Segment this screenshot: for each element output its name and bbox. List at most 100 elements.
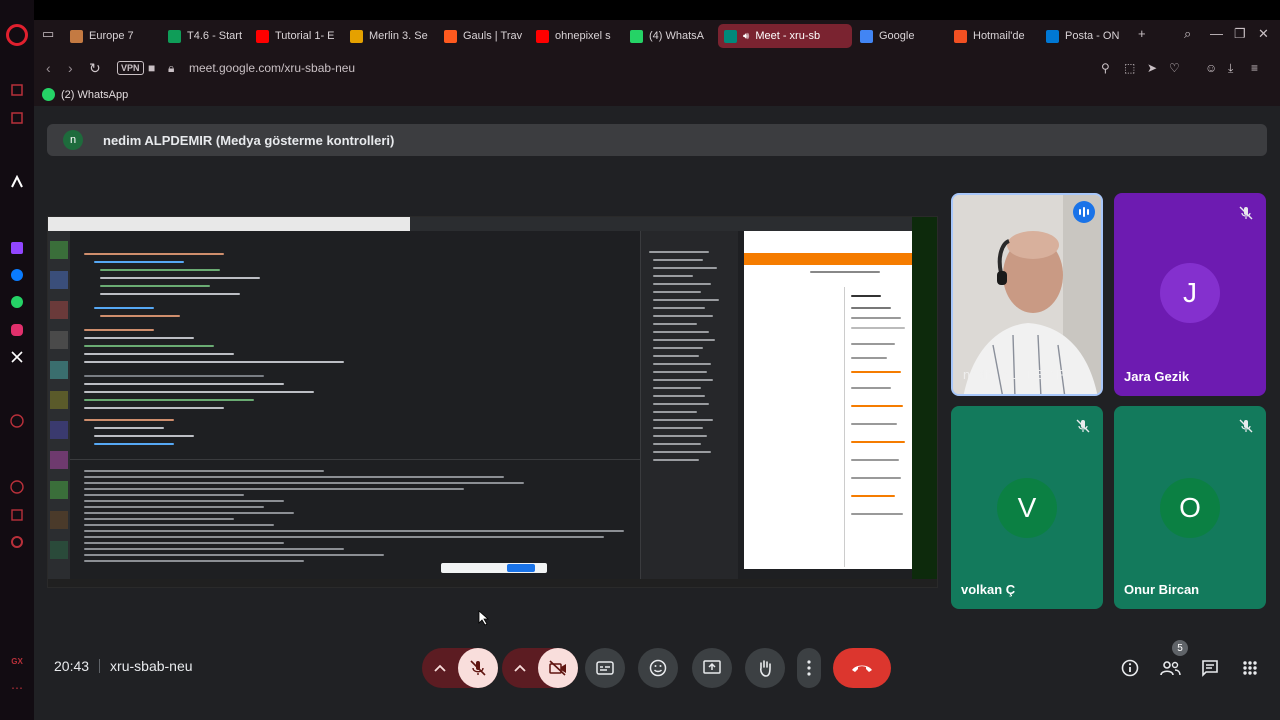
bookmarks-bar: (2) WhatsApp [34,84,1280,106]
mic-toggle-button[interactable] [458,648,498,688]
participant-tile-onur[interactable]: O Onur Bircan [1114,406,1266,609]
player-icon[interactable] [7,411,27,431]
history-icon[interactable] [7,477,27,497]
url-field[interactable]: meet.google.com/xru-sbab-neu [189,61,355,75]
forward-icon[interactable]: › [68,60,73,76]
tab-5[interactable]: Gauls | Trav [438,24,522,48]
twitch-icon[interactable] [7,238,27,258]
more-icon[interactable]: ⋯ [7,678,27,698]
meeting-controls: 20:43 xru-sbab-neu 5 [34,638,1280,708]
heart-icon[interactable]: ♡ [1169,61,1180,75]
tab-4[interactable]: Merlin 3. Se [344,24,430,48]
settings-icon[interactable] [7,532,27,552]
participant-avatar: V [997,478,1057,538]
presenter-banner[interactable]: n nedim ALPDEMIR (Medya gösterme kontrol… [47,124,1267,156]
tab-10[interactable]: Hotmail'de [948,24,1032,48]
shared-screen-titlebar [48,217,937,231]
pin-icon[interactable]: ⚲ [1101,61,1110,75]
tab-7[interactable]: (4) WhatsA [624,24,710,48]
meeting-time: 20:43 [54,658,90,674]
activities-button[interactable] [1238,656,1262,680]
participant-count-badge: 5 [1172,640,1188,656]
gx-icon[interactable]: GX [7,651,27,671]
tab-audio-icon[interactable]: 🔊︎ [743,31,749,42]
minimize-icon[interactable]: — [1210,26,1223,41]
camera-toggle-button[interactable] [538,648,578,688]
tab-label: Hotmail'de [973,30,1025,42]
back-icon[interactable]: ‹ [46,60,51,76]
extensions-icon[interactable] [7,505,27,525]
whatsapp-icon[interactable] [7,292,27,312]
close-window-icon[interactable]: ✕ [1258,26,1269,42]
captions-button[interactable] [585,648,625,688]
tab-11[interactable]: Posta - ON [1040,24,1128,48]
participant-tile-volkan[interactable]: V volkan Ç [951,406,1103,609]
more-options-button[interactable] [797,648,821,688]
search-tabs-icon[interactable]: ⌕ [1184,26,1191,42]
tab-8[interactable]: 🔊︎ Meet - xru-sb [718,24,852,48]
camera-options-button[interactable] [502,648,538,688]
tab-label: Posta - ON [1065,30,1120,42]
vpn-badge[interactable]: VPN [117,61,144,75]
chevron-up-icon [434,664,446,672]
tab-3[interactable]: Tutorial 1- E [250,24,336,48]
emoji-icon [649,659,667,677]
hand-icon [760,660,771,677]
tab-favicon-icon [444,29,457,43]
opera-logo-icon[interactable] [6,24,28,46]
chevron-up-icon [514,664,526,672]
x-icon[interactable] [7,347,27,367]
profile-icon[interactable]: ☺ [1205,61,1217,75]
raise-hand-button[interactable] [745,648,785,688]
tab-label: ohnepixel s [555,30,611,42]
meeting-code: xru-sbab-neu [110,658,193,674]
chat-button[interactable] [1198,656,1222,680]
shared-screen [47,216,938,588]
tab-favicon-icon [860,29,873,43]
present-button[interactable] [692,648,732,688]
shared-screen-sharing-notice [441,563,547,573]
end-call-icon [852,665,872,672]
tab-9[interactable]: Google [854,24,940,48]
speaking-indicator-icon [1073,201,1095,223]
mic-off-icon [1073,416,1093,436]
tab-favicon-icon [724,29,737,43]
easy-setup-icon[interactable]: ≡ [1251,61,1258,75]
participant-tile-nedim[interactable]: nedim ALPDEMIR [951,193,1103,396]
captions-icon [596,661,614,675]
shared-screen-code-editor [70,231,640,459]
tab-label: Google [879,30,915,42]
mic-options-button[interactable] [422,648,458,688]
m-icon[interactable] [7,108,27,128]
shared-screen-wallpaper [912,217,937,587]
tab-menu-icon[interactable]: ▭ [42,26,54,42]
meeting-details-button[interactable] [1118,656,1142,680]
shared-screen-settings-panel [844,287,910,567]
restore-icon[interactable]: ❐ [1234,26,1246,42]
tab-favicon-icon [256,29,269,43]
lock-icon: 🔒︎ [168,61,175,75]
camera-icon[interactable]: ■ [148,61,155,75]
tab-label: (4) WhatsA [649,30,705,42]
people-button[interactable] [1158,656,1182,680]
reload-icon[interactable]: ↻ [89,60,101,77]
aria-ai-icon[interactable] [7,172,27,192]
mic-off-icon [1236,416,1256,436]
bookmark-whatsapp[interactable]: (2) WhatsApp [42,88,128,101]
send-icon[interactable]: ➤ [1147,61,1157,75]
participant-tile-jara[interactable]: J Jara Gezik [1114,193,1266,396]
participant-name: Jara Gezik [1124,369,1190,384]
tab-1[interactable]: Europe 7 [64,24,150,48]
instagram-icon[interactable] [7,320,27,340]
snapshot-icon[interactable]: ⬚ [1124,61,1135,75]
new-tab-icon[interactable]: + [1138,26,1146,41]
tab-favicon-icon [1046,29,1059,43]
messenger-icon[interactable] [7,265,27,285]
aria-icon[interactable] [7,80,27,100]
tab-6[interactable]: ohnepixel s [530,24,616,48]
download-icon[interactable]: ⤓ [1228,61,1233,76]
reactions-button[interactable] [638,648,678,688]
tab-2[interactable]: T4.6 - Start [162,24,244,48]
leave-call-button[interactable] [833,648,891,688]
chat-icon [1202,660,1218,677]
